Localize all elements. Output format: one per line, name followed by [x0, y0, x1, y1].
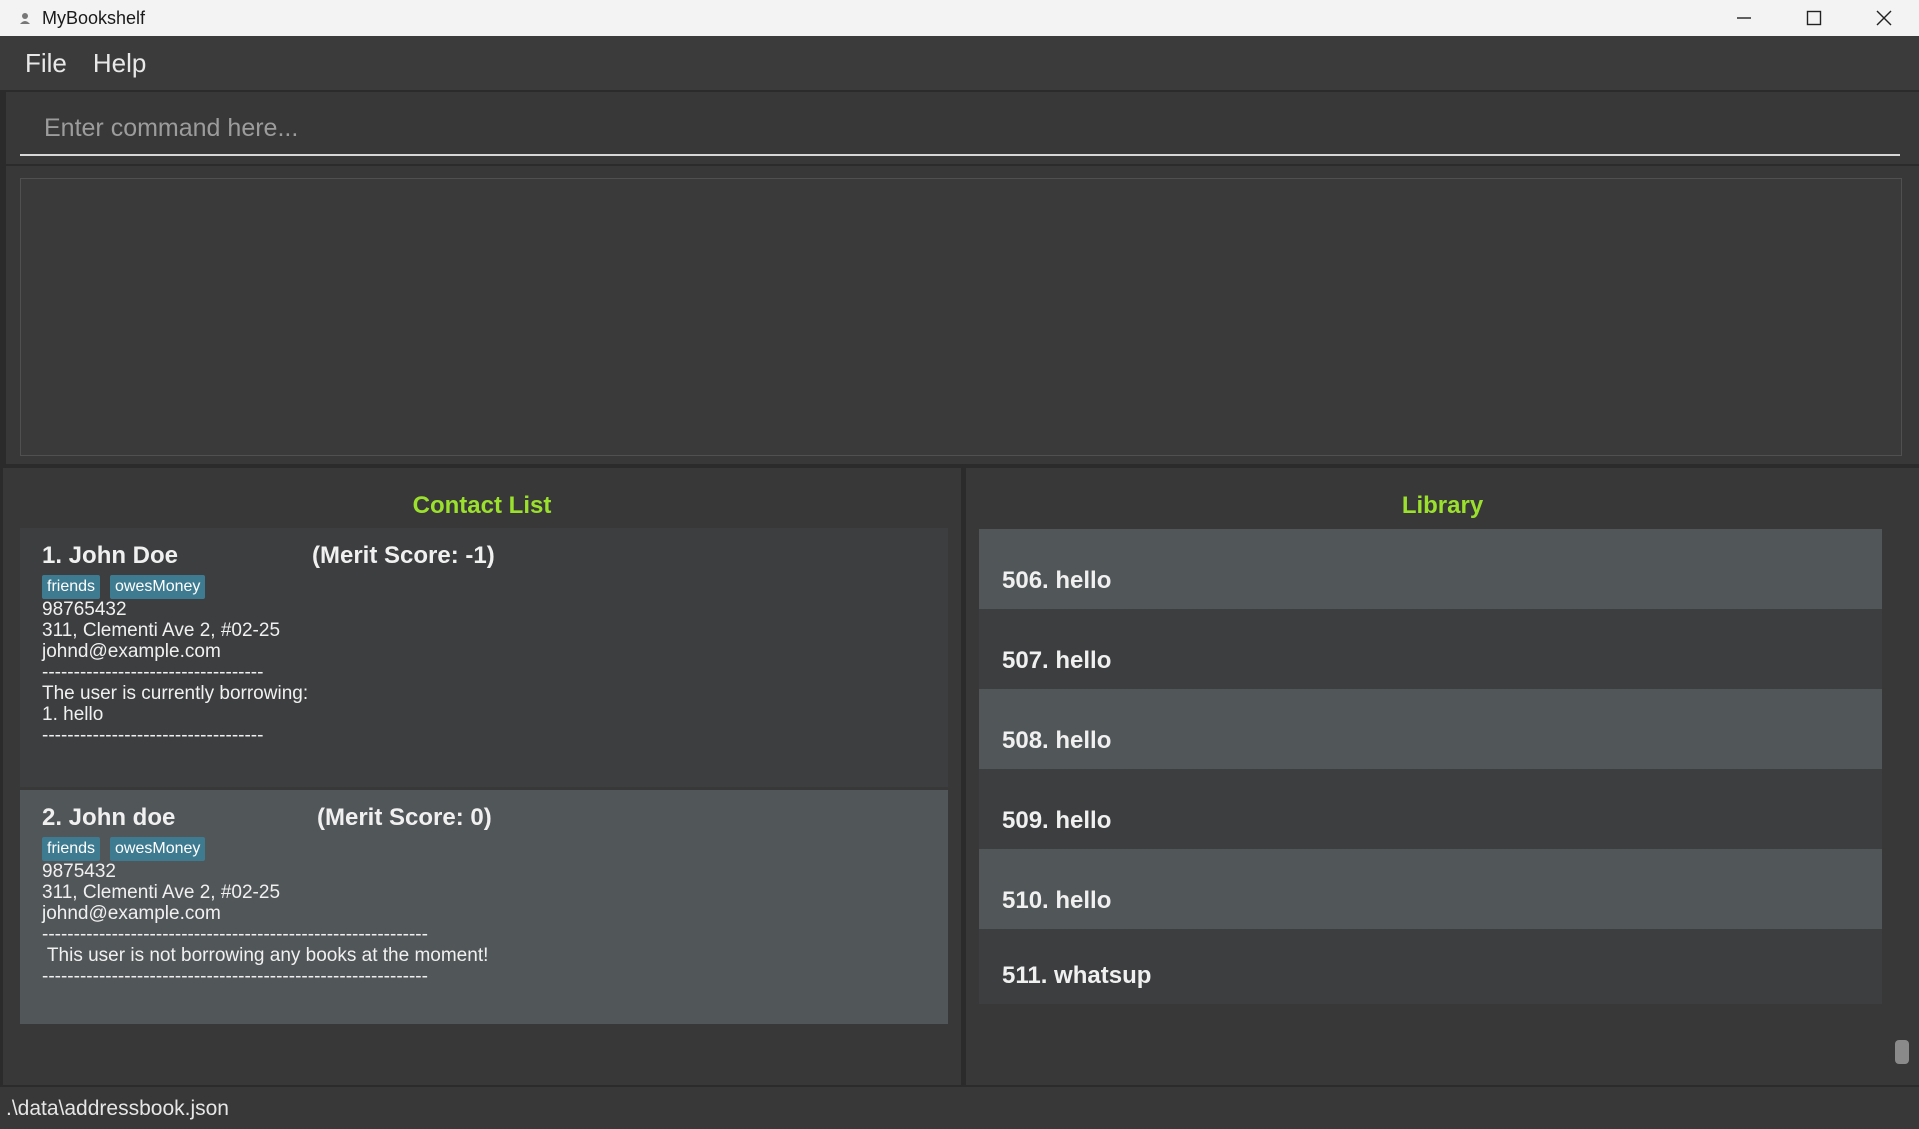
borrow-heading: The user is currently borrowing: — [42, 683, 309, 704]
contact-phone: 98765432 — [42, 599, 127, 620]
command-box — [6, 92, 1919, 164]
status-bar: .\data\addressbook.json — [0, 1087, 1919, 1129]
result-display-area — [6, 166, 1919, 464]
minimize-button[interactable] — [1709, 0, 1779, 36]
library-panel: Library 506. hello 507. hello 508. hello… — [966, 468, 1919, 1085]
person-icon — [16, 9, 34, 27]
library-item[interactable]: 511. whatsup — [979, 929, 1882, 1004]
contact-list-panel: Contact List 1. John Doe (Merit Score: -… — [3, 468, 961, 1085]
contact-phone: 9875432 — [42, 861, 116, 882]
save-location: .\data\addressbook.json — [6, 1097, 229, 1120]
borrow-note: This user is not borrowing any books at … — [42, 945, 489, 966]
result-display[interactable] — [20, 178, 1902, 456]
contact-email: johnd@example.com — [42, 903, 221, 924]
tag: friends — [42, 837, 101, 861]
library-item-label: 511. whatsup — [1002, 962, 1152, 989]
minimize-icon — [1737, 17, 1751, 19]
library-title: Library — [1401, 492, 1484, 519]
close-icon — [1876, 10, 1892, 26]
contact-list-title: Contact List — [412, 492, 552, 519]
separator: ----------------------------------------… — [42, 966, 428, 987]
window-controls — [1709, 0, 1919, 36]
contact-email: johnd@example.com — [42, 641, 221, 662]
menu-help[interactable]: Help — [80, 48, 159, 79]
library-item[interactable]: 510. hello — [979, 849, 1882, 929]
library-item-label: 506. hello — [1002, 567, 1112, 594]
library-item[interactable]: 509. hello — [979, 769, 1882, 849]
tag-list: friends owesMoney — [42, 575, 206, 599]
library-item-label: 508. hello — [1002, 727, 1112, 754]
contact-name: 2. John doe — [42, 804, 176, 831]
library-item-label: 509. hello — [1002, 807, 1112, 834]
separator: ----------------------------------------… — [42, 924, 428, 945]
tag: friends — [42, 575, 101, 599]
contact-card[interactable]: 1. John Doe (Merit Score: -1) friends ow… — [20, 528, 948, 787]
menu-file[interactable]: File — [12, 48, 80, 79]
tag: owesMoney — [110, 575, 206, 599]
contact-card[interactable]: 2. John doe (Merit Score: 0) friends owe… — [20, 790, 948, 1024]
maximize-button[interactable] — [1779, 0, 1849, 36]
tag: owesMoney — [110, 837, 206, 861]
contact-address: 311, Clementi Ave 2, #02-25 — [42, 620, 281, 641]
separator: ----------------------------------- — [42, 725, 264, 746]
maximize-icon — [1806, 10, 1822, 26]
library-item-label: 510. hello — [1002, 887, 1112, 914]
merit-score: (Merit Score: 0) — [317, 804, 492, 831]
library-item[interactable]: 506. hello — [979, 529, 1882, 609]
library-item[interactable]: 507. hello — [979, 609, 1882, 689]
menu-bar: File Help — [0, 36, 1919, 92]
borrow-item: 1. hello — [42, 704, 104, 725]
library-item[interactable]: 508. hello — [979, 689, 1882, 769]
close-button[interactable] — [1849, 0, 1919, 36]
command-input[interactable] — [20, 102, 1900, 156]
title-bar: MyBookshelf — [0, 0, 1919, 36]
separator: ----------------------------------- — [42, 662, 264, 683]
contact-address: 311, Clementi Ave 2, #02-25 — [42, 882, 281, 903]
library-item-label: 507. hello — [1002, 647, 1112, 674]
merit-score: (Merit Score: -1) — [312, 542, 495, 569]
window-title: MyBookshelf — [42, 7, 146, 28]
contact-name: 1. John Doe — [42, 542, 179, 569]
tag-list: friends owesMoney — [42, 837, 206, 861]
library-scrollbar[interactable] — [1895, 1040, 1909, 1064]
